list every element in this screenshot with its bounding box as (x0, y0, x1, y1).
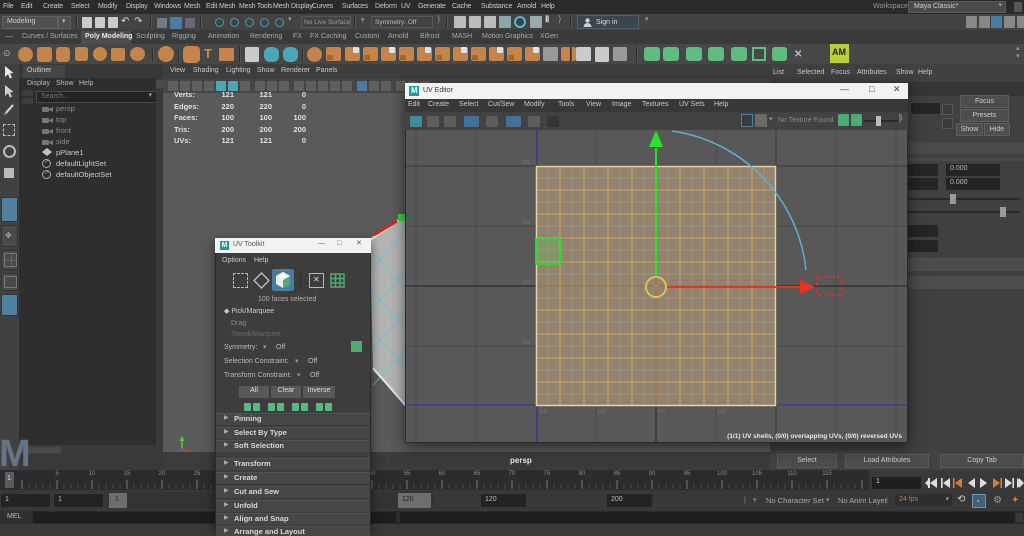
svg-text:0.5: 0.5 (523, 280, 530, 286)
svg-text:0.5: 0.5 (523, 220, 530, 226)
svg-text:0.5: 0.5 (523, 340, 530, 346)
svg-text:0.5: 0.5 (658, 409, 665, 415)
svg-text:0.5: 0.5 (540, 409, 547, 415)
svg-text:0.5: 0.5 (598, 409, 605, 415)
svg-text:0.5: 0.5 (718, 409, 725, 415)
svg-text:0.5: 0.5 (523, 160, 530, 166)
